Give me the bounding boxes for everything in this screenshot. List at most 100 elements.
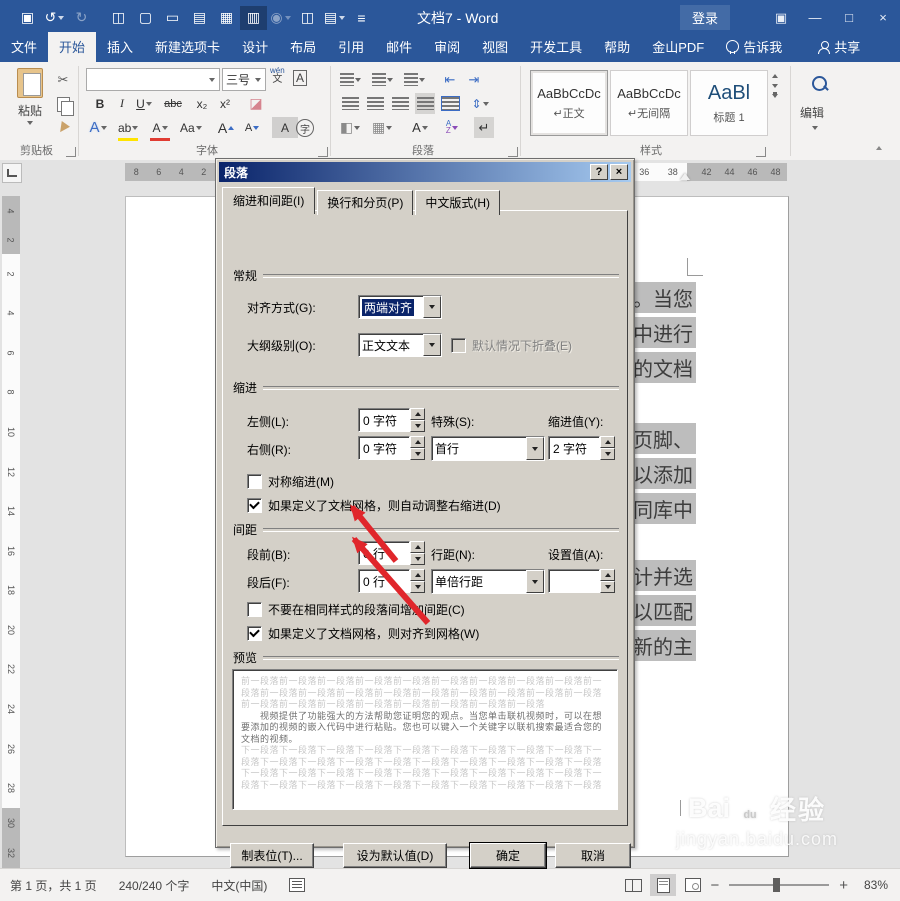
styles-pane-icon[interactable]: [772, 94, 778, 98]
ribbon-display-options-icon[interactable]: ▣: [764, 0, 798, 35]
auto-adjust-right-indent-checkbox[interactable]: 如果定义了文档网格，则自动调整右缩进(D): [247, 497, 501, 514]
dropdown-icon[interactable]: [526, 570, 544, 593]
cancel-button[interactable]: 取消: [555, 843, 631, 868]
spin-up-icon[interactable]: [600, 569, 615, 581]
tab-layout[interactable]: 布局: [279, 32, 327, 62]
font-name-combo[interactable]: [86, 68, 220, 91]
selected-text[interactable]: 页脚、: [630, 423, 696, 454]
collapsed-by-default-checkbox[interactable]: 默认情况下折叠(E): [451, 337, 572, 354]
spin-up-icon[interactable]: [410, 541, 425, 553]
tab-indents-and-spacing[interactable]: 缩进和间距(I): [222, 187, 316, 214]
spin-down-icon[interactable]: [410, 420, 425, 432]
decrease-indent-icon[interactable]: ⇤: [440, 69, 460, 90]
print-layout-icon[interactable]: [650, 874, 677, 896]
alignment-combo[interactable]: 两端对齐: [358, 295, 442, 319]
zoom-slider[interactable]: [729, 878, 830, 892]
spin-up-icon[interactable]: [410, 569, 425, 581]
indent-left-spinner[interactable]: 0 字符: [358, 408, 425, 432]
underline-button[interactable]: U: [134, 93, 154, 114]
tab-design[interactable]: 设计: [231, 32, 279, 62]
style-no-spacing[interactable]: AaBbCcDc ↵无间隔: [610, 70, 688, 136]
reading-view-icon[interactable]: ▥: [240, 5, 267, 30]
strikethrough-button[interactable]: abc: [163, 93, 183, 114]
clear-formatting-icon[interactable]: ◪: [246, 93, 266, 114]
align-center-button[interactable]: [365, 93, 385, 114]
save-icon[interactable]: ▣: [14, 6, 41, 30]
help-button[interactable]: ?: [590, 164, 608, 180]
tab-home[interactable]: 开始: [48, 32, 97, 62]
font-color-button[interactable]: A: [150, 117, 170, 138]
selected-text[interactable]: 同库中: [630, 493, 696, 524]
set-as-default-button[interactable]: 设为默认值(D): [343, 843, 447, 868]
web-layout-icon[interactable]: [680, 874, 706, 896]
show-marks-button[interactable]: ↵: [474, 117, 494, 138]
selected-text[interactable]: 以添加: [630, 458, 696, 489]
close-button[interactable]: ×: [866, 0, 900, 35]
character-border-icon[interactable]: A: [293, 70, 308, 86]
justify-button[interactable]: [415, 93, 435, 114]
spin-up-icon[interactable]: [410, 436, 425, 448]
sort-button[interactable]: AZ: [442, 117, 462, 138]
zoom-slider-thumb[interactable]: [773, 878, 781, 892]
tab-file[interactable]: 文件: [0, 32, 48, 62]
spin-down-icon[interactable]: [600, 448, 615, 460]
selected-text[interactable]: 计并选: [630, 560, 696, 591]
tabs-button[interactable]: 制表位(T)...: [230, 843, 314, 868]
tab-help[interactable]: 帮助: [593, 32, 641, 62]
font-dialog-launcher-icon[interactable]: [318, 147, 328, 157]
minimize-button[interactable]: —: [798, 0, 832, 35]
tab-stop-selector[interactable]: [2, 163, 22, 183]
no-space-same-style-checkbox[interactable]: 不要在相同样式的段落间增加间距(C): [247, 601, 465, 618]
copy-icon[interactable]: [52, 94, 74, 116]
italic-button[interactable]: I: [112, 93, 132, 114]
bold-button[interactable]: B: [90, 93, 110, 114]
more-commands-icon[interactable]: ≡: [348, 6, 375, 30]
style-heading1[interactable]: AaBl 标题 1: [690, 70, 768, 136]
spin-down-icon[interactable]: [600, 581, 615, 593]
style-normal[interactable]: AaBbCcDc ↵正文: [530, 70, 608, 136]
snap-to-grid-checkbox[interactable]: 如果定义了文档网格，则对齐到网格(W): [247, 625, 479, 642]
scroll-up-icon[interactable]: [772, 74, 778, 78]
outline-level-combo[interactable]: 正文文本: [358, 333, 442, 357]
dropdown-icon[interactable]: [423, 334, 441, 356]
selected-text[interactable]: 新的主: [630, 630, 696, 661]
clipboard-dialog-launcher-icon[interactable]: [66, 147, 76, 157]
paste-button[interactable]: 粘贴: [8, 68, 52, 142]
share-button[interactable]: 共享: [807, 32, 871, 62]
spin-up-icon[interactable]: [410, 408, 425, 420]
maximize-button[interactable]: □: [832, 0, 866, 35]
highlight-color-button[interactable]: ab: [118, 117, 139, 138]
shading-button[interactable]: ◧: [340, 117, 361, 138]
asian-layout-button[interactable]: A: [410, 117, 430, 138]
selected-text[interactable]: 中进行: [630, 317, 696, 348]
right-indent-marker[interactable]: [680, 173, 690, 180]
dropdown-icon[interactable]: [526, 437, 544, 460]
tab-developer[interactable]: 开发工具: [519, 32, 593, 62]
styles-dialog-launcher-icon[interactable]: [756, 147, 766, 157]
tab-asian-typography[interactable]: 中文版式(H): [415, 190, 500, 215]
font-size-combo[interactable]: 三号: [222, 68, 266, 91]
character-shading-button[interactable]: A: [272, 117, 298, 138]
paste-icon[interactable]: ▤: [186, 6, 213, 30]
selected-text[interactable]: 以匹配: [630, 595, 696, 626]
enclose-characters-icon[interactable]: 字: [296, 119, 314, 137]
collapse-ribbon-icon[interactable]: [876, 146, 882, 150]
dropdown-icon[interactable]: [423, 296, 441, 318]
clipboard-icon[interactable]: ▤: [321, 6, 348, 30]
tab-review[interactable]: 审阅: [423, 32, 471, 62]
text-effects-button[interactable]: A: [88, 117, 108, 138]
shrink-font-button[interactable]: A: [242, 117, 262, 138]
undo-icon[interactable]: ↺: [41, 6, 68, 30]
zoom-in-button[interactable]: +: [839, 877, 848, 894]
redo-icon[interactable]: ↻: [68, 6, 95, 30]
vertical-ruler[interactable]: 4 2 2 4 6 8 10 12 14 16 18 20 22 24 26 2…: [2, 196, 20, 868]
subscript-button[interactable]: x₂: [192, 93, 212, 114]
highlight-tool-icon[interactable]: ◉: [267, 6, 294, 30]
space-before-spinner[interactable]: 0 行: [358, 541, 425, 565]
editing-group-label[interactable]: 编辑: [800, 104, 824, 121]
superscript-button[interactable]: x²: [215, 93, 235, 114]
zoom-out-button[interactable]: −: [710, 877, 719, 894]
align-right-button[interactable]: [390, 93, 410, 114]
tab-mailings[interactable]: 邮件: [375, 32, 423, 62]
spin-down-icon[interactable]: [410, 581, 425, 593]
